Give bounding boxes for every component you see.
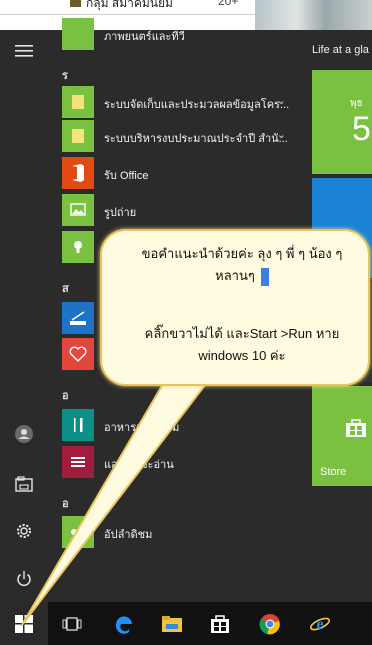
movies-tv-icon <box>62 18 94 50</box>
heart-icon <box>62 338 94 370</box>
app-movies-tv[interactable]: ภาพยนตร์และทีวี <box>62 18 302 50</box>
app-photos[interactable]: รูปถ่าย <box>62 194 302 226</box>
edge-button[interactable] <box>100 602 148 645</box>
app-label: อาหารและ...ดิม <box>104 422 180 434</box>
internet-explorer-button[interactable]: e <box>296 602 344 645</box>
store-button[interactable] <box>196 602 244 645</box>
section-header[interactable]: ร <box>62 66 68 84</box>
speech-callout: ขอคำแนะนำด้วยค่ะ ลุง ๆ พี่ ๆ น้อง ๆ หลาน… <box>100 229 370 386</box>
section-header[interactable]: อ <box>62 494 69 512</box>
task-view-button[interactable] <box>48 602 96 645</box>
background-row-text: กลุ่ม สมาคมนิยม <box>86 0 173 10</box>
food-icon <box>62 409 94 441</box>
photos-icon <box>62 194 94 226</box>
callout-line-1: ขอคำแนะนำด้วยค่ะ ลุง ๆ พี่ ๆ น้อง ๆ หลาน… <box>122 243 362 287</box>
office-icon <box>62 157 94 189</box>
app-reading-list[interactable]: แอป...ที่จะอ่าน <box>62 446 302 478</box>
app-label: อัปลำดิชม <box>104 529 153 541</box>
windows-logo-icon <box>15 614 33 633</box>
calendar-day-number: 5 <box>352 110 371 148</box>
start-left-rail <box>0 30 48 602</box>
chevron-down-icon[interactable]: ⌄ <box>277 128 286 141</box>
store-tile-label: Store <box>320 466 347 478</box>
scanner-icon <box>62 302 94 334</box>
store-tile[interactable]: Store <box>312 386 372 486</box>
taskbar: e <box>0 602 372 645</box>
text-cursor <box>260 267 269 286</box>
task-view-icon <box>62 616 82 631</box>
lightbulb-icon <box>62 231 94 263</box>
tiles-group-title: Life at a gla <box>312 44 369 56</box>
chrome-icon <box>259 613 280 634</box>
file-explorer-button[interactable] <box>148 602 196 645</box>
power-icon[interactable] <box>12 570 36 594</box>
section-header[interactable]: ส <box>62 279 69 297</box>
app-label: รับ Office <box>104 170 149 182</box>
app-label: ระบบจัดเก็บและประมวลผลข้อมูลโคร... <box>104 99 290 111</box>
app-food-drink[interactable]: อาหารและ...ดิม <box>62 409 302 441</box>
file-explorer-icon <box>162 615 182 632</box>
chrome-button[interactable] <box>246 602 294 645</box>
app-label: แอป...ที่จะอ่าน <box>104 459 174 471</box>
reading-list-icon <box>62 446 94 478</box>
app-get-office[interactable]: รับ Office <box>62 157 302 189</box>
internet-explorer-icon: e <box>309 616 331 633</box>
svg-text:e: e <box>316 616 323 633</box>
divider <box>0 14 255 15</box>
desktop: กลุ่ม สมาคมนิยม 20+ ภาพยนตร์และทีวี ร ระ… <box>0 0 372 645</box>
store-bag-icon <box>346 419 366 437</box>
app-budget-system[interactable]: ระบบบริหารงบประมาณประจำปี สำนั... ⌄ <box>62 120 302 152</box>
file-explorer-icon[interactable] <box>12 474 36 498</box>
app-data-system[interactable]: ระบบจัดเก็บและประมวลผลข้อมูลโคร... ⌄ <box>62 86 302 118</box>
app-label: ภาพยนตร์และทีวี <box>104 31 185 43</box>
app-label: ระบบบริหารงบประมาณประจำปี สำนั... <box>104 133 288 145</box>
folder-icon <box>62 120 94 152</box>
section-header[interactable]: อ <box>62 386 69 404</box>
folder-icon <box>62 86 94 118</box>
calendar-day-name: พุธ <box>350 98 363 109</box>
background-row-count: 20+ <box>218 0 239 8</box>
callout-text-1: ขอคำแนะนำด้วยค่ะ ลุง ๆ พี่ ๆ น้อง ๆ หลาน… <box>141 246 343 283</box>
gear-icon[interactable] <box>12 522 36 546</box>
chevron-down-icon[interactable]: ⌄ <box>277 94 286 107</box>
app-label: รูปถ่าย <box>104 207 137 219</box>
app-icon <box>62 516 94 548</box>
app-other[interactable]: อัปลำดิชม <box>62 516 302 548</box>
edge-icon <box>115 615 132 634</box>
store-icon <box>211 614 229 633</box>
callout-line-2: คลิ๊กขวาไม่ได้ และStart >Run หาย windows… <box>144 326 340 363</box>
hamburger-icon[interactable] <box>12 40 36 64</box>
user-icon[interactable] <box>12 424 36 448</box>
start-button[interactable] <box>0 602 48 645</box>
row-thumbnail <box>70 0 81 7</box>
calendar-tile[interactable]: พุธ 5 <box>312 70 372 174</box>
